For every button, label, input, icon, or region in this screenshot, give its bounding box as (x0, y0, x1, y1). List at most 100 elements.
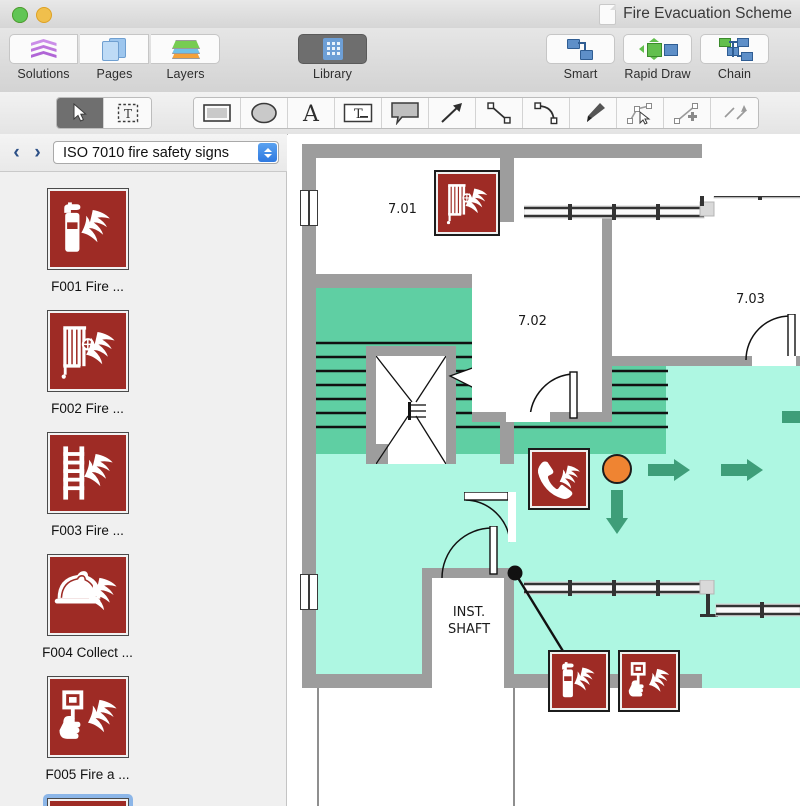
placed-fire-hose-reel-sign[interactable] (436, 172, 498, 234)
svg-text:T: T (123, 107, 131, 121)
door-703-sill (752, 356, 796, 366)
library-item-f004-label: F004 Collect ... (42, 645, 133, 660)
library-select[interactable]: ISO 7010 fire safety signs (53, 141, 279, 164)
library-sidebar: ‹ › ISO 7010 fire safety signs (0, 134, 287, 806)
rapid-draw-icon (638, 39, 678, 59)
library-item-f001-label: F001 Fire ... (51, 279, 124, 294)
placed-fire-extinguisher-sign[interactable] (550, 652, 608, 710)
smart-icon-cap (546, 34, 615, 64)
layers-icon (172, 39, 198, 59)
library-item-f006[interactable]: F006 Fire ... (16, 794, 159, 806)
layers-label: Layers (166, 67, 204, 81)
library-icon (323, 38, 343, 60)
library-item-f005-thumb (43, 672, 133, 762)
door-corridor-lower (464, 492, 518, 544)
library-item-f003-thumb (43, 428, 133, 518)
library-items-panel[interactable]: F001 Fire ... (0, 172, 287, 806)
layers-button[interactable]: Layers (150, 34, 221, 81)
library-next-button[interactable]: › (27, 142, 48, 164)
add-point-tool[interactable] (664, 98, 711, 128)
room-702-label: 7.02 (518, 314, 547, 329)
draw-tools-group: A T (193, 97, 759, 129)
placed-fire-alarm-call-point-sign[interactable] (620, 652, 678, 710)
smart-button[interactable]: Smart (545, 34, 616, 81)
library-item-f004[interactable]: F004 Collect ... (16, 550, 159, 660)
placed-fire-emergency-telephone-sign[interactable] (530, 450, 588, 508)
svg-text:A: A (302, 102, 320, 125)
library-icon-cap (298, 34, 367, 64)
sidebar-scrollbar[interactable] (278, 172, 285, 806)
pointer-tool[interactable] (57, 98, 104, 128)
rapid-draw-icon-cap (623, 34, 692, 64)
fire-ladder-sign (48, 433, 128, 513)
fire-extinguisher-sign (48, 189, 128, 269)
ribbon-group-left: Solutions Pages Layers (8, 34, 221, 81)
chevron-updown-icon[interactable] (258, 143, 277, 162)
ribbon-toolbar: Solutions Pages Layers (0, 28, 800, 93)
pages-button[interactable]: Pages (79, 34, 150, 81)
edit-points-tool[interactable] (617, 98, 664, 128)
library-label: Library (313, 67, 352, 81)
pen-tool[interactable] (570, 98, 617, 128)
chain-icon-cap (700, 34, 769, 64)
drawing-canvas[interactable]: 7.01 7.02 7.03 (288, 134, 800, 806)
door-702-sill (506, 412, 550, 422)
rapid-draw-button[interactable]: Rapid Draw (622, 34, 693, 81)
pages-icon (102, 38, 126, 60)
inst-shaft-label-line2: SHAFT (448, 622, 490, 637)
title-bar: Fire Evacuation Scheme (0, 0, 800, 29)
chain-label: Chain (718, 67, 751, 81)
arc-tool[interactable] (523, 98, 570, 128)
line-tool[interactable] (476, 98, 523, 128)
rapid-draw-label: Rapid Draw (624, 67, 690, 81)
evacuation-arrow-right-1[interactable] (648, 459, 690, 481)
rectangle-tool[interactable] (194, 98, 241, 128)
solutions-icon (31, 39, 57, 59)
callout-tool[interactable] (382, 98, 429, 128)
evacuation-arrow-right-3[interactable] (782, 406, 800, 428)
library-item-f005[interactable]: F005 Fire a ... (16, 672, 159, 782)
evacuation-arrow-right-2[interactable] (721, 459, 763, 481)
evacuation-arrow-down[interactable] (606, 490, 628, 534)
library-item-f002[interactable]: F002 Fire ... (16, 306, 159, 416)
stair-core-diagonals (376, 356, 446, 464)
inst-shaft-label-line1: INST. (453, 605, 485, 620)
document-icon (599, 4, 616, 25)
fire-emergency-telephone-sign (48, 799, 128, 806)
svg-text:T: T (354, 107, 363, 122)
text-tool[interactable]: A (288, 98, 335, 128)
solutions-icon-cap (9, 34, 78, 64)
tool-strip: T A T (0, 92, 800, 135)
ellipse-tool[interactable] (241, 98, 288, 128)
inst-shaft-label: INST. SHAFT (444, 604, 494, 638)
text-select-tool[interactable]: T (104, 98, 151, 128)
window-left-upper-mullion (308, 190, 310, 226)
library-item-f006-thumb (43, 794, 133, 806)
library-prev-button[interactable]: ‹ (6, 142, 27, 164)
assembly-point-marker[interactable] (602, 454, 632, 484)
text-box-tool[interactable]: T (335, 98, 382, 128)
room-701-label: 7.01 (388, 202, 417, 217)
arrow-tool[interactable] (429, 98, 476, 128)
room-703-label: 7.03 (736, 292, 765, 307)
library-item-f003[interactable]: F003 Fire ... (16, 428, 159, 538)
fire-alarm-call-point-sign (48, 677, 128, 757)
select-tools-group: T (56, 97, 152, 129)
library-item-f001-thumb (43, 184, 133, 274)
smart-connector-icon (566, 38, 596, 60)
connector-tool[interactable] (711, 98, 758, 128)
solutions-label: Solutions (17, 67, 69, 81)
ribbon-group-library: Library (297, 34, 368, 81)
wall-702-right (602, 216, 612, 420)
solutions-button[interactable]: Solutions (8, 34, 79, 81)
ribbon-group-right: Smart Rapid Draw (545, 34, 770, 81)
chain-button[interactable]: Chain (699, 34, 770, 81)
window-band-top (524, 196, 800, 224)
library-button[interactable]: Library (297, 34, 368, 81)
fire-hose-reel-sign (48, 311, 128, 391)
chain-icon (719, 38, 751, 60)
library-item-f001[interactable]: F001 Fire ... (16, 184, 159, 294)
library-item-f002-thumb (43, 306, 133, 396)
pages-icon-cap (80, 34, 149, 64)
library-header: ‹ › ISO 7010 fire safety signs (0, 134, 287, 172)
